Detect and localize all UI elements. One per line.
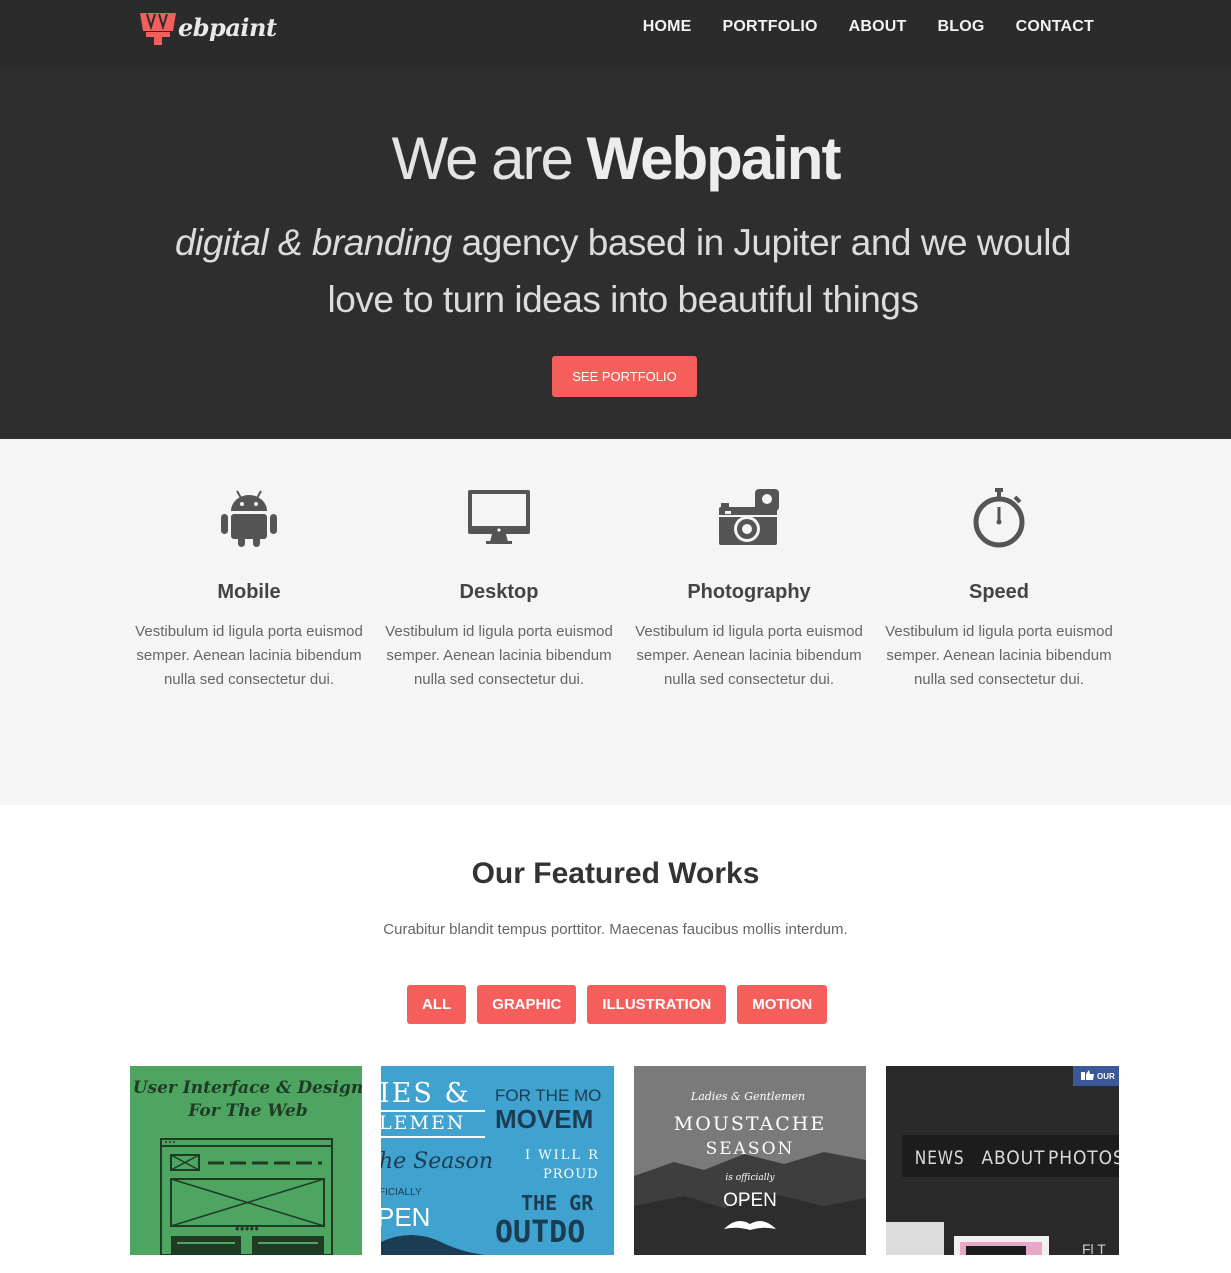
portfolio-item-typography-poster[interactable]: IES & FOR THE MO LEMEN MOVEM he Season I… — [381, 1066, 614, 1255]
service-text: Vestibulum id ligula porta euismod sempe… — [635, 623, 863, 688]
nav-contact[interactable]: CONTACT — [1016, 18, 1094, 36]
paint-brush-logo-icon — [140, 13, 176, 45]
nav-blog[interactable]: BLOG — [938, 18, 985, 36]
logo[interactable]: ebpaint — [139, 10, 277, 46]
works-title: Our Featured Works — [471, 857, 760, 890]
service-title: Photography — [687, 581, 811, 603]
service-text: Vestibulum id ligula porta euismod sempe… — [385, 623, 613, 688]
service-title: Mobile — [217, 581, 281, 603]
poster-text-a: IES & — [381, 1078, 471, 1109]
site-nav-photos: PHOTOS — [1048, 1147, 1119, 1169]
moustache-poster-illustration: Ladies & Gentlemen MOUSTACHE SEASON is o… — [634, 1066, 866, 1255]
poster-text-k: OUTDO — [495, 1215, 585, 1250]
svg-text:●●●●●: ●●●●● — [235, 1224, 259, 1233]
poster-text-h: FICIALLY — [381, 1187, 422, 1198]
filter-motion[interactable]: MOTION — [737, 985, 828, 1024]
android-icon — [221, 490, 277, 547]
poster-text-c: LEMEN — [381, 1112, 465, 1134]
filter-illustration[interactable]: ILLUSTRATION — [587, 985, 727, 1024]
portfolio-item-ui-design[interactable]: User Interface & Design For The Web ●●●●… — [130, 1066, 362, 1255]
service-text: Vestibulum id ligula porta euismod sempe… — [885, 623, 1113, 688]
poster-text-b: FOR THE MO — [495, 1086, 601, 1105]
nav-portfolio[interactable]: PORTFOLIO — [723, 18, 818, 36]
service-text: Vestibulum id ligula porta euismod sempe… — [135, 623, 363, 688]
like-badge-text: OUR — [1097, 1072, 1115, 1081]
poster-text-f: I WILL R — [525, 1148, 600, 1163]
portfolio-filters: ALL GRAPHIC ILLUSTRATION MOTION — [407, 985, 828, 1024]
service-title: Speed — [968, 581, 1030, 603]
poster-line-4: is officially — [725, 1173, 775, 1183]
thumb-title-line2: For The Web — [187, 1101, 308, 1121]
poster-text-d: MOVEM — [495, 1104, 593, 1134]
portfolio-item-moustache-poster[interactable]: Ladies & Gentlemen MOUSTACHE SEASON is o… — [634, 1066, 866, 1255]
poster-line-3: SEASON — [706, 1139, 795, 1159]
site-nav-about: ABOUT — [981, 1147, 1045, 1169]
hero-title-light: We are — [391, 125, 574, 192]
service-title: Desktop — [459, 581, 539, 603]
wireframe-illustration: User Interface & Design For The Web ●●●●… — [133, 1078, 362, 1255]
hero-section: We are Webpaint digital & branding agenc… — [0, 68, 1231, 439]
see-portfolio-button[interactable]: SEE PORTFOLIO — [552, 356, 697, 397]
dark-website-illustration: OUR NEWS ABOUT PHOTOS Fl T — [886, 1066, 1119, 1255]
portfolio-item-dark-website[interactable]: OUR NEWS ABOUT PHOTOS Fl T — [886, 1066, 1119, 1255]
top-navbar: ebpaint HOME PORTFOLIO ABOUT BLOG CONTAC… — [0, 0, 1231, 68]
thumb-title-line1: User Interface & Design — [133, 1078, 362, 1098]
hero-subtitle-italic: digital & branding — [174, 222, 452, 263]
hero-title-bold: Webpaint — [586, 125, 842, 192]
services-section: Mobile Vestibulum id ligula porta euismo… — [0, 439, 1231, 805]
poster-text-g: PROUD — [543, 1167, 599, 1182]
typography-poster-illustration: IES & FOR THE MO LEMEN MOVEM he Season I… — [381, 1078, 601, 1255]
poster-text-i: THE GR — [521, 1191, 594, 1215]
filter-graphic[interactable]: GRAPHIC — [477, 985, 577, 1024]
hero-title: We are Webpaint — [0, 124, 1231, 193]
poster-text-j: PEN — [381, 1202, 430, 1232]
filter-all[interactable]: ALL — [407, 985, 467, 1024]
nav-about[interactable]: ABOUT — [849, 18, 907, 36]
site-fragment-text: Fl T — [1082, 1241, 1106, 1255]
poster-line-2: MOUSTACHE — [674, 1113, 826, 1135]
camera-icon — [719, 489, 779, 545]
logo-text: ebpaint — [178, 12, 277, 42]
poster-line-1: Ladies & Gentlemen — [690, 1090, 805, 1103]
stopwatch-icon — [973, 488, 1025, 548]
main-nav: HOME PORTFOLIO ABOUT BLOG CONTACT — [643, 18, 1094, 36]
nav-home[interactable]: HOME — [643, 18, 692, 36]
poster-line-5: OPEN — [723, 1190, 777, 1211]
works-subtitle: Curabitur blandit tempus porttitor. Maec… — [383, 921, 848, 938]
monitor-icon — [468, 490, 530, 544]
poster-text-e: he Season — [381, 1149, 493, 1174]
hero-subtitle: digital & branding agency based in Jupit… — [150, 214, 1096, 328]
site-nav-news: NEWS — [915, 1147, 965, 1169]
